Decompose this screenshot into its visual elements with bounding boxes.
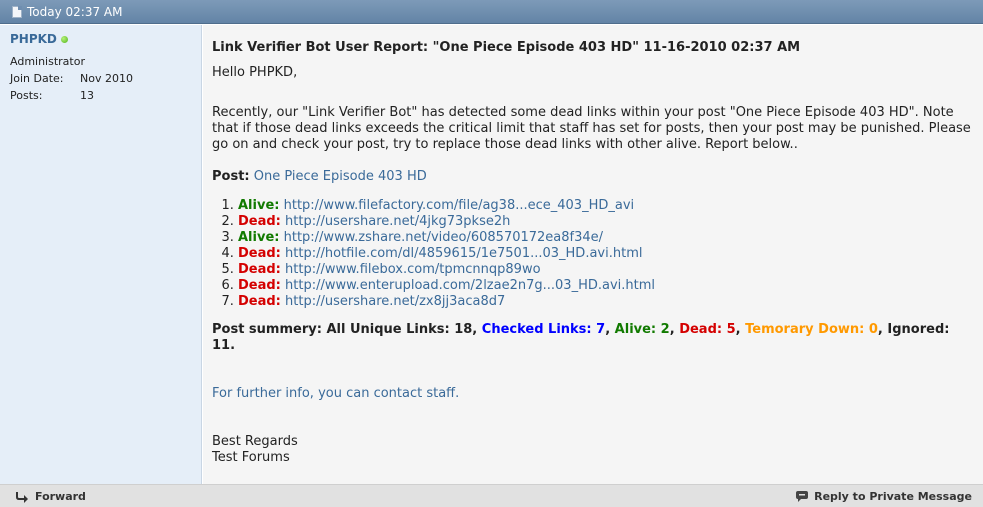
message-body: Recently, our "Link Verifier Bot" has de… (212, 105, 971, 152)
list-item: Alive: http://www.zshare.net/video/60857… (238, 230, 974, 246)
list-item: Dead: http://usershare.net/4jkg73pkse2h (238, 214, 974, 230)
message-header-bar: Today 02:37 AM (0, 0, 983, 24)
list-item: Dead: http://www.enterupload.com/2lzae2n… (238, 278, 974, 294)
posts-label: Posts: (10, 89, 43, 102)
post-summary: Post summery: All Unique Links: 18, Chec… (212, 322, 950, 353)
join-date-label: Join Date: (10, 72, 64, 85)
link-status: Dead: (238, 246, 281, 261)
list-item: Dead: http://www.filebox.com/tpmcnnqp89w… (238, 262, 974, 278)
link-status: Alive: (238, 230, 280, 245)
reply-label: Reply to Private Message (814, 490, 972, 503)
link-url[interactable]: http://www.enterupload.com/2lzae2n7g...0… (285, 278, 655, 293)
link-status: Dead: (238, 278, 281, 293)
link-url[interactable]: http://usershare.net/zx8jj3aca8d7 (285, 294, 505, 309)
username-row: PHPKD (10, 32, 191, 46)
link-url[interactable]: http://www.zshare.net/video/608570172ea8… (284, 230, 603, 245)
link-status: Alive: (238, 198, 280, 213)
summary-temp-down: Temorary Down: 0 (745, 322, 878, 337)
message-title: Link Verifier Bot User Report: "One Piec… (212, 40, 801, 55)
link-report-list: Alive: http://www.filefactory.com/file/a… (212, 198, 974, 310)
regards: Best Regards (212, 434, 298, 449)
message-content: Link Verifier Bot User Report: "One Piec… (203, 25, 983, 484)
reply-button[interactable]: Reply to Private Message (795, 490, 972, 503)
post-line: Post: One Piece Episode 403 HD (212, 169, 974, 185)
link-url[interactable]: http://www.filebox.com/tpmcnnqp89wo (285, 262, 541, 277)
forward-button[interactable]: Forward (16, 490, 86, 503)
post-link[interactable]: One Piece Episode 403 HD (254, 169, 427, 184)
link-url[interactable]: http://usershare.net/4jkg73pkse2h (285, 214, 510, 229)
link-status: Dead: (238, 294, 281, 309)
summary-alive: Alive: 2 (614, 322, 670, 337)
message-footer: Forward Reply to Private Message (0, 484, 983, 507)
link-url[interactable]: http://hotfile.com/dl/4859615/1e7501...0… (285, 246, 642, 261)
summary-prefix: Post summery: All Unique Links: 18, (212, 322, 482, 337)
message-date: Today 02:37 AM (27, 4, 123, 19)
posts-value: 13 (80, 89, 94, 102)
posts-row: Posts: 13 (10, 89, 191, 102)
link-url[interactable]: http://www.filefactory.com/file/ag38...e… (284, 198, 635, 213)
join-date-value: Nov 2010 (80, 72, 133, 85)
document-icon (12, 5, 22, 18)
post-label: Post: (212, 169, 250, 184)
list-item: Dead: http://usershare.net/zx8jj3aca8d7 (238, 294, 974, 310)
further-info-link[interactable]: For further info, you can contact staff. (212, 386, 974, 402)
list-item: Dead: http://hotfile.com/dl/4859615/1e75… (238, 246, 974, 262)
username-link[interactable]: PHPKD (10, 32, 57, 46)
signature: Test Forums (212, 450, 290, 465)
link-status: Dead: (238, 262, 281, 277)
list-item: Alive: http://www.filefactory.com/file/a… (238, 198, 974, 214)
forward-label: Forward (35, 490, 86, 503)
online-status-icon (60, 35, 68, 43)
user-info-panel: PHPKD Administrator Join Date: Nov 2010 … (0, 25, 202, 484)
summary-checked: Checked Links: 7 (481, 322, 606, 337)
summary-dead: Dead: 5 (679, 322, 736, 337)
forward-icon (16, 491, 28, 503)
user-title: Administrator (10, 55, 85, 68)
link-status: Dead: (238, 214, 281, 229)
reply-icon (796, 491, 809, 502)
join-date-row: Join Date: Nov 2010 (10, 72, 191, 85)
greeting: Hello PHPKD, (212, 65, 298, 80)
